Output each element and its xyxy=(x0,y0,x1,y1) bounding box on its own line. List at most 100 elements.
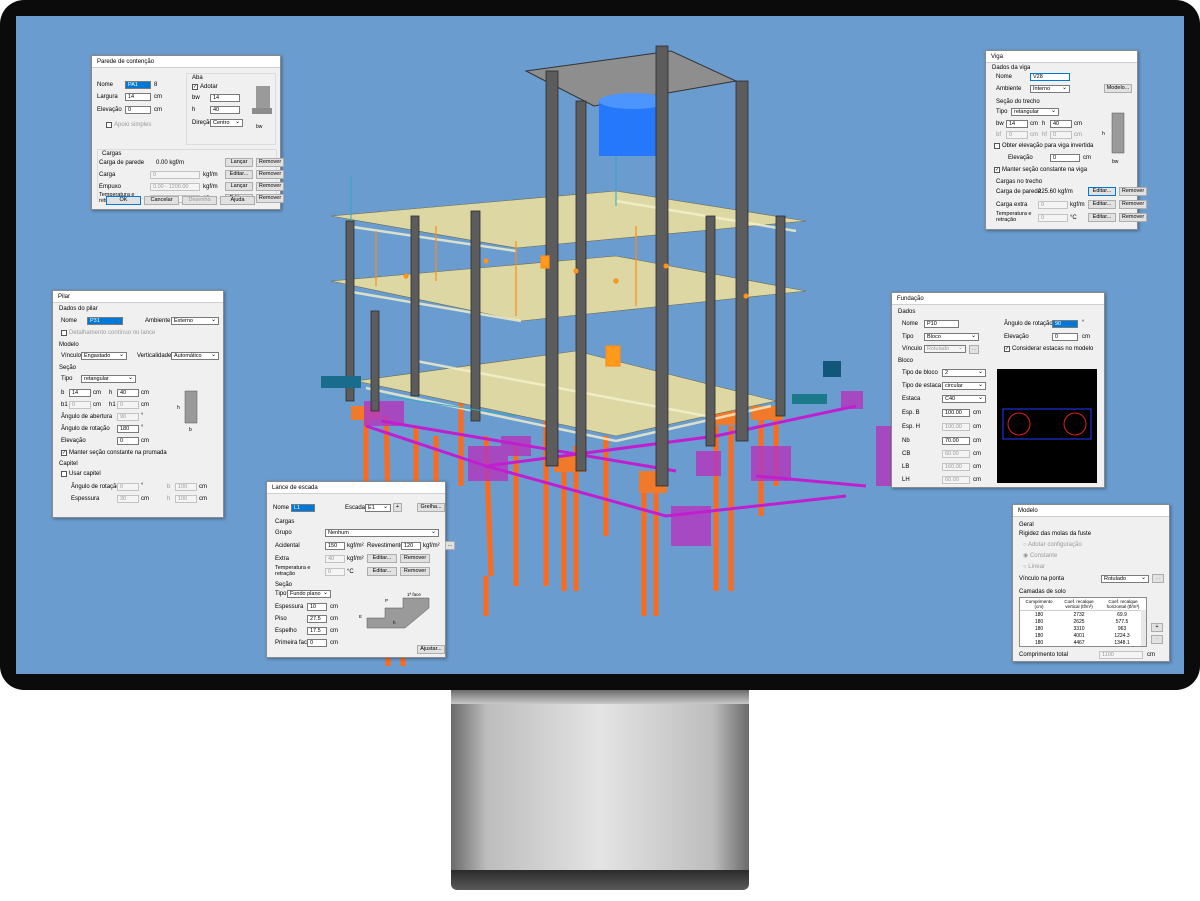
vinculo-select[interactable]: Rotulado xyxy=(924,345,966,353)
rotacao-input[interactable]: 180 xyxy=(117,425,139,433)
rotacao-input[interactable]: 90 xyxy=(1052,320,1078,328)
table-row[interactable]: 180 2625 577.5 xyxy=(1020,619,1141,626)
vinculo-more-button[interactable]: ... xyxy=(1152,574,1164,583)
elevacao-input[interactable]: 0 xyxy=(125,106,151,114)
lb-input[interactable]: 160.00 xyxy=(942,463,970,471)
remover-extra-button[interactable]: Remover xyxy=(1119,200,1147,209)
ok-button[interactable]: OK xyxy=(106,196,141,205)
remover-temp-button[interactable]: Remover xyxy=(1119,213,1147,222)
tipobloco-select[interactable]: 2 xyxy=(942,369,986,377)
linear-radio[interactable]: ○ Linear xyxy=(1023,563,1045,571)
temp-input[interactable]: 0 xyxy=(325,568,345,576)
bf-input[interactable]: 0 xyxy=(1006,131,1028,139)
hf-input[interactable]: 0 xyxy=(1050,131,1072,139)
carga-input[interactable]: 0 xyxy=(150,171,200,179)
remover-extra-button[interactable]: Remover xyxy=(400,554,430,563)
modelo-button[interactable]: Modelo... xyxy=(1104,84,1132,93)
remover-temp-button[interactable]: Remover xyxy=(400,567,430,576)
editar-temp-button[interactable]: Editar... xyxy=(367,567,397,576)
detalhamento-checkbox[interactable] xyxy=(61,330,67,336)
lancar-button[interactable]: Lançar xyxy=(225,158,253,167)
direcao-select[interactable]: Centro xyxy=(210,119,243,127)
table-scrollbar[interactable] xyxy=(1141,610,1146,646)
cap-b-input[interactable]: 100 xyxy=(175,483,197,491)
extra-input[interactable]: 40 xyxy=(325,555,345,563)
largura-input[interactable]: 14 xyxy=(125,93,151,101)
add-layer-button[interactable]: + xyxy=(1151,623,1163,632)
manter-checkbox[interactable]: ✓ xyxy=(61,450,67,456)
lancar-empuxo-button[interactable]: Lançar xyxy=(225,182,253,191)
grelha-button[interactable]: Grelha... xyxy=(417,503,445,512)
grupo-select[interactable]: Nenhum xyxy=(325,529,439,537)
primeira-input[interactable]: 0 xyxy=(307,639,327,647)
ambiente-select[interactable]: Interno xyxy=(1030,85,1070,93)
nome-input[interactable]: P10 xyxy=(924,320,959,328)
cb-input[interactable]: 60.00 xyxy=(942,450,970,458)
ambiente-select[interactable]: Externo xyxy=(171,317,219,325)
ajuda-button[interactable]: Ajuda xyxy=(220,196,255,205)
nome-input[interactable]: L1 xyxy=(291,504,315,512)
nb-input[interactable]: 70.00 xyxy=(942,437,970,445)
considerar-checkbox[interactable]: ✓ xyxy=(1004,346,1010,352)
vinculo-select[interactable]: Engastado xyxy=(81,352,127,360)
piso-input[interactable]: 27.5 xyxy=(307,615,327,623)
escada-add-button[interactable]: + xyxy=(393,503,402,512)
lh-input[interactable]: 60.00 xyxy=(942,476,970,484)
tipo-select[interactable]: retangular xyxy=(81,375,136,383)
empuxo-input[interactable]: 0.00 - 1200.00 xyxy=(150,183,200,191)
remover-empuxo-button[interactable]: Remover xyxy=(256,182,284,191)
remover-carga-button[interactable]: Remover xyxy=(256,170,284,179)
h1-input[interactable]: 0 xyxy=(117,401,139,409)
total-input[interactable]: 1100 xyxy=(1099,651,1143,659)
editar-extra-button[interactable]: Editar... xyxy=(367,554,397,563)
editar-parede-button[interactable]: Editar... xyxy=(1088,187,1116,196)
constante-radio[interactable]: ◉ Constante xyxy=(1023,552,1057,560)
table-row[interactable]: 180 3310 963 xyxy=(1020,626,1141,633)
elevacao-input[interactable]: 0 xyxy=(1050,154,1080,162)
table-row[interactable]: 180 4467 1348.1 xyxy=(1020,640,1141,647)
ajustar-button[interactable]: Ajustar... xyxy=(417,645,445,654)
escada-select[interactable]: E1 xyxy=(365,504,391,512)
editar-extra-button[interactable]: Editar... xyxy=(1088,200,1116,209)
aba-bw-input[interactable]: 14 xyxy=(210,94,240,102)
tipo-select[interactable]: Fundo plano xyxy=(287,590,331,598)
remove-layer-button[interactable]: - xyxy=(1151,635,1163,644)
bw-input[interactable]: 14 xyxy=(1006,120,1028,128)
tipo-select[interactable]: retangular xyxy=(1011,108,1059,116)
nome-input[interactable]: PA1 xyxy=(125,81,151,89)
cap-h-input[interactable]: 100 xyxy=(175,495,197,503)
h-input[interactable]: 40 xyxy=(117,389,139,397)
temp-input[interactable]: 0 xyxy=(1038,214,1068,222)
nome-input[interactable]: V28 xyxy=(1030,73,1070,81)
adotar-checkbox[interactable]: ✓ xyxy=(192,84,198,90)
b1-input[interactable]: 0 xyxy=(69,401,91,409)
editar-temp-button[interactable]: Editar... xyxy=(1088,213,1116,222)
h-input[interactable]: 40 xyxy=(1050,120,1072,128)
table-row[interactable]: 180 4001 1224.3 xyxy=(1020,633,1141,640)
editar-carga-button[interactable]: Editar... xyxy=(225,170,253,179)
acidental-input[interactable]: 150 xyxy=(325,542,345,550)
desenho-button[interactable]: Desenho xyxy=(182,196,217,205)
table-row[interactable]: 180 2732 69.9 xyxy=(1020,612,1141,619)
revestimento-more-button[interactable]: ... xyxy=(445,541,455,550)
abertura-input[interactable]: 90 xyxy=(117,413,139,421)
espessura-input[interactable]: 30 xyxy=(117,495,139,503)
espb-input[interactable]: 100.00 xyxy=(942,409,970,417)
vinculo-more-button[interactable]: ... xyxy=(969,345,979,354)
obter-checkbox[interactable] xyxy=(994,143,1000,149)
verticalidade-select[interactable]: Automático xyxy=(171,352,219,360)
aba-h-input[interactable]: 40 xyxy=(210,106,240,114)
revestimento-input[interactable]: 120 xyxy=(401,542,421,550)
tipo-select[interactable]: Bloco xyxy=(924,333,979,341)
cap-rotacao-input[interactable]: 0 xyxy=(117,483,139,491)
usar-capitel-checkbox[interactable] xyxy=(61,471,67,477)
elevacao-input[interactable]: 0 xyxy=(117,437,139,445)
elevacao-input[interactable]: 0 xyxy=(1052,333,1078,341)
remover-parede-button[interactable]: Remover xyxy=(1119,187,1147,196)
carga-extra-input[interactable]: 0 xyxy=(1038,201,1068,209)
apoio-checkbox[interactable] xyxy=(106,122,112,128)
vinculo-select[interactable]: Rotulado xyxy=(1101,575,1149,583)
cancelar-button[interactable]: Cancelar xyxy=(144,196,179,205)
espelho-input[interactable]: 17.5 xyxy=(307,627,327,635)
remover-button[interactable]: Remover xyxy=(256,158,284,167)
